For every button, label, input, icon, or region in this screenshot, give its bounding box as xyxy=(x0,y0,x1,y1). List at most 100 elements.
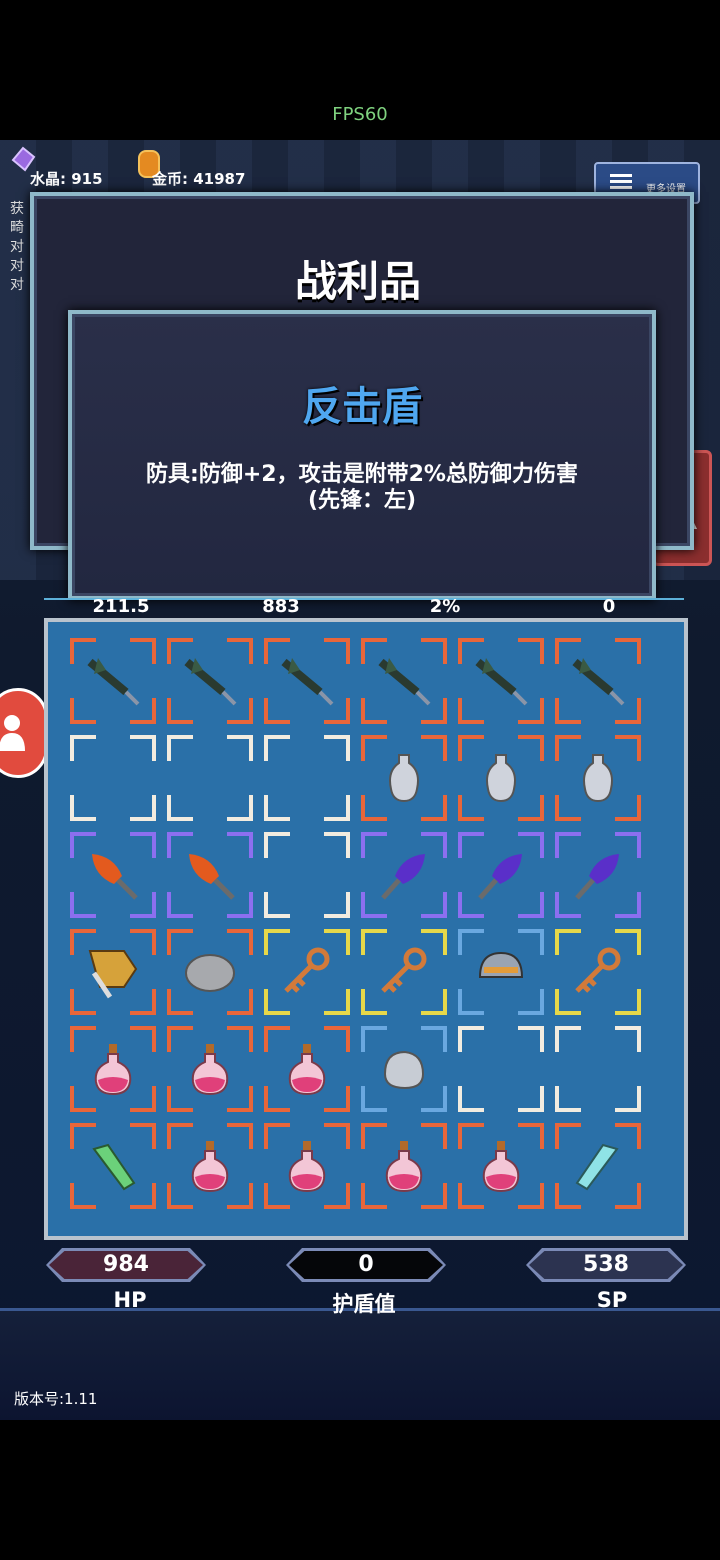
inventory-slot[interactable] xyxy=(264,929,350,1015)
player-stats: 984 HP 0 护盾值 538 SP xyxy=(0,1248,720,1328)
slot-corner xyxy=(130,795,156,821)
slot-corner xyxy=(167,795,193,821)
inventory-slot[interactable] xyxy=(555,735,641,821)
slot-corner xyxy=(555,1086,581,1112)
shield-box: 0 xyxy=(286,1248,446,1282)
slot-corner xyxy=(264,832,290,858)
inventory-slot[interactable] xyxy=(167,832,253,918)
stone-icon xyxy=(181,943,239,1001)
inventory-slot[interactable] xyxy=(458,929,544,1015)
inventory-slot[interactable] xyxy=(70,1026,156,1112)
side-log: 获 畸 对 对 对 xyxy=(10,200,30,295)
slot-corner xyxy=(518,1086,544,1112)
inventory-slot[interactable] xyxy=(555,1123,641,1209)
inventory-slot[interactable] xyxy=(70,929,156,1015)
side-log-char: 对 xyxy=(10,277,24,293)
pink-potion-icon xyxy=(278,1040,336,1098)
hp-value: 984 xyxy=(49,1251,203,1279)
golden-armor-icon xyxy=(84,943,142,1001)
inventory-slot[interactable] xyxy=(555,1026,641,1112)
inventory-slot[interactable] xyxy=(167,1123,253,1209)
key-icon xyxy=(569,943,627,1001)
inventory-slot[interactable] xyxy=(555,638,641,724)
inventory-slot[interactable] xyxy=(458,735,544,821)
menu-list-icon xyxy=(610,174,632,190)
side-log-char: 获 xyxy=(10,201,24,217)
inventory-grid xyxy=(44,618,688,1240)
sp-box: 538 xyxy=(526,1248,686,1282)
inventory-slot[interactable] xyxy=(458,638,544,724)
slot-corner xyxy=(458,1026,484,1052)
stat-value: 0 xyxy=(602,596,616,617)
inventory-slot[interactable] xyxy=(70,1123,156,1209)
vase-icon xyxy=(375,749,433,807)
inventory-slot[interactable] xyxy=(361,735,447,821)
gauntlet-icon xyxy=(375,1040,433,1098)
dark-sword-icon xyxy=(278,652,336,710)
inventory-slot[interactable] xyxy=(167,929,253,1015)
inventory-slot[interactable] xyxy=(458,832,544,918)
green-crystal-icon xyxy=(84,1137,142,1195)
dark-sword-icon xyxy=(569,652,627,710)
inventory-slot[interactable] xyxy=(264,735,350,821)
slot-corner xyxy=(130,735,156,761)
helmet-icon xyxy=(472,943,530,1001)
inventory-slot[interactable] xyxy=(167,1026,253,1112)
cyan-crystal-icon xyxy=(569,1137,627,1195)
stat-value: 883 xyxy=(262,596,300,617)
slot-corner xyxy=(324,735,350,761)
inventory-slot[interactable] xyxy=(264,832,350,918)
player-avatar-button[interactable] xyxy=(0,688,48,778)
inventory-slot[interactable] xyxy=(361,929,447,1015)
dark-sword-icon xyxy=(375,652,433,710)
slot-corner xyxy=(555,1026,581,1052)
inventory-slot[interactable] xyxy=(167,735,253,821)
item-tooltip: 反击盾 防具:防御+2，攻击是附带2%总防御力伤害 (先锋：左) xyxy=(68,310,656,600)
gold-count: 金币: 41987 xyxy=(152,170,246,188)
inventory-slot[interactable] xyxy=(555,832,641,918)
side-log-char: 畸 xyxy=(10,220,24,236)
slot-corner xyxy=(264,795,290,821)
slot-corner xyxy=(324,892,350,918)
inventory-slot[interactable] xyxy=(264,638,350,724)
purple-dagger-icon xyxy=(569,846,627,904)
inventory-slot[interactable] xyxy=(264,1123,350,1209)
stats-row: 211.5 883 2% 0 xyxy=(40,596,690,620)
crystal-count: 水晶: 915 xyxy=(30,170,103,188)
inventory-slot[interactable] xyxy=(458,1026,544,1112)
inventory-slot[interactable] xyxy=(167,638,253,724)
inventory-slot[interactable] xyxy=(458,1123,544,1209)
inventory-slot[interactable] xyxy=(361,638,447,724)
stat-value: 2% xyxy=(429,596,461,617)
slot-corner xyxy=(615,1086,641,1112)
inventory-slot[interactable] xyxy=(361,832,447,918)
inventory-slot[interactable] xyxy=(361,1026,447,1112)
inventory-slot[interactable] xyxy=(264,1026,350,1112)
fps-counter: FPS60 xyxy=(332,104,388,125)
slot-corner xyxy=(227,795,253,821)
shield-value: 0 xyxy=(289,1251,443,1279)
slot-corner xyxy=(227,735,253,761)
version-label: 版本号:1.11 xyxy=(14,1390,98,1408)
slot-corner xyxy=(167,735,193,761)
side-log-char: 对 xyxy=(10,239,24,255)
item-description-line: (先锋：左) xyxy=(307,488,417,513)
item-description: 防具:防御+2，攻击是附带2%总防御力伤害 (先锋：左) xyxy=(72,462,652,514)
item-name: 反击盾 xyxy=(302,384,422,430)
inventory-slot[interactable] xyxy=(70,638,156,724)
pink-potion-icon xyxy=(472,1137,530,1195)
sp-value: 538 xyxy=(529,1251,683,1279)
inventory-slot[interactable] xyxy=(555,929,641,1015)
key-icon xyxy=(278,943,336,1001)
pink-potion-icon xyxy=(84,1040,142,1098)
purple-dagger-icon xyxy=(375,846,433,904)
slot-corner xyxy=(324,832,350,858)
side-log-char: 对 xyxy=(10,258,24,274)
inventory-slot[interactable] xyxy=(70,832,156,918)
slot-corner xyxy=(70,735,96,761)
inventory-slot[interactable] xyxy=(70,735,156,821)
dark-sword-icon xyxy=(472,652,530,710)
top-bar: 水晶: 915 金币: 41987 更多设置 xyxy=(0,140,720,204)
inventory-slot[interactable] xyxy=(361,1123,447,1209)
slot-corner xyxy=(70,795,96,821)
